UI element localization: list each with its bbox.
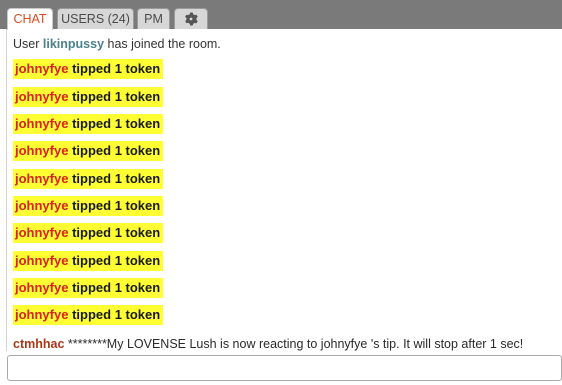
system-message: User likinpussy has joined the room.	[13, 37, 221, 51]
tab-pm[interactable]: PM	[137, 8, 170, 29]
tip-notice: johnyfye tipped 1 token	[13, 196, 164, 216]
message-text: ********My LOVENSE Lush is now reacting …	[67, 337, 524, 351]
tip-text: tipped 1 token	[72, 143, 161, 158]
tip-notice: johnyfye tipped 1 token	[13, 141, 164, 161]
tip-notice: johnyfye tipped 1 token	[13, 114, 164, 134]
tip-username[interactable]: johnyfye	[15, 307, 68, 322]
tip-username[interactable]: johnyfye	[15, 61, 68, 76]
gear-icon	[185, 12, 198, 26]
tip-username[interactable]: johnyfye	[15, 253, 68, 268]
tip-username[interactable]: johnyfye	[15, 116, 68, 131]
tip-text: tipped 1 token	[72, 280, 161, 295]
tip-notice: johnyfye tipped 1 token	[13, 251, 164, 271]
chat-input[interactable]	[8, 356, 561, 380]
tip-text: tipped 1 token	[72, 198, 161, 213]
tip-notice: johnyfye tipped 1 token	[13, 305, 164, 325]
tip-notice: johnyfye tipped 1 token	[13, 87, 164, 107]
join-username[interactable]: likinpussy	[43, 37, 104, 51]
system-prefix: User	[13, 37, 40, 51]
message-username[interactable]: ctmhhac	[13, 337, 64, 351]
chat-messages[interactable]: User likinpussy has joined the room. joh…	[6, 29, 562, 351]
tab-bar: CHAT USERS (24) PM	[0, 0, 562, 30]
tip-username[interactable]: johnyfye	[15, 225, 68, 240]
chat-message: ctmhhac ********My LOVENSE Lush is now r…	[13, 337, 523, 351]
tip-username[interactable]: johnyfye	[15, 89, 68, 104]
tip-username[interactable]: johnyfye	[15, 198, 68, 213]
tip-text: tipped 1 token	[72, 89, 161, 104]
tab-users[interactable]: USERS (24)	[57, 8, 134, 29]
tip-username[interactable]: johnyfye	[15, 171, 68, 186]
tip-text: tipped 1 token	[72, 61, 161, 76]
tip-text: tipped 1 token	[72, 307, 161, 322]
system-suffix: has joined the room.	[107, 37, 221, 51]
tip-notice: johnyfye tipped 1 token	[13, 278, 164, 298]
tip-username[interactable]: johnyfye	[15, 280, 68, 295]
tip-notice: johnyfye tipped 1 token	[13, 59, 164, 79]
tip-username[interactable]: johnyfye	[15, 143, 68, 158]
tip-notice: johnyfye tipped 1 token	[13, 223, 164, 243]
tip-text: tipped 1 token	[72, 253, 161, 268]
tip-text: tipped 1 token	[72, 116, 161, 131]
tab-settings[interactable]	[174, 8, 208, 29]
tab-chat[interactable]: CHAT	[7, 8, 53, 30]
chat-panel: CHAT USERS (24) PM User likinpussy has j…	[0, 0, 562, 385]
tip-text: tipped 1 token	[72, 225, 161, 240]
tip-text: tipped 1 token	[72, 171, 161, 186]
tip-notice: johnyfye tipped 1 token	[13, 169, 164, 189]
chat-input-box	[7, 355, 562, 381]
